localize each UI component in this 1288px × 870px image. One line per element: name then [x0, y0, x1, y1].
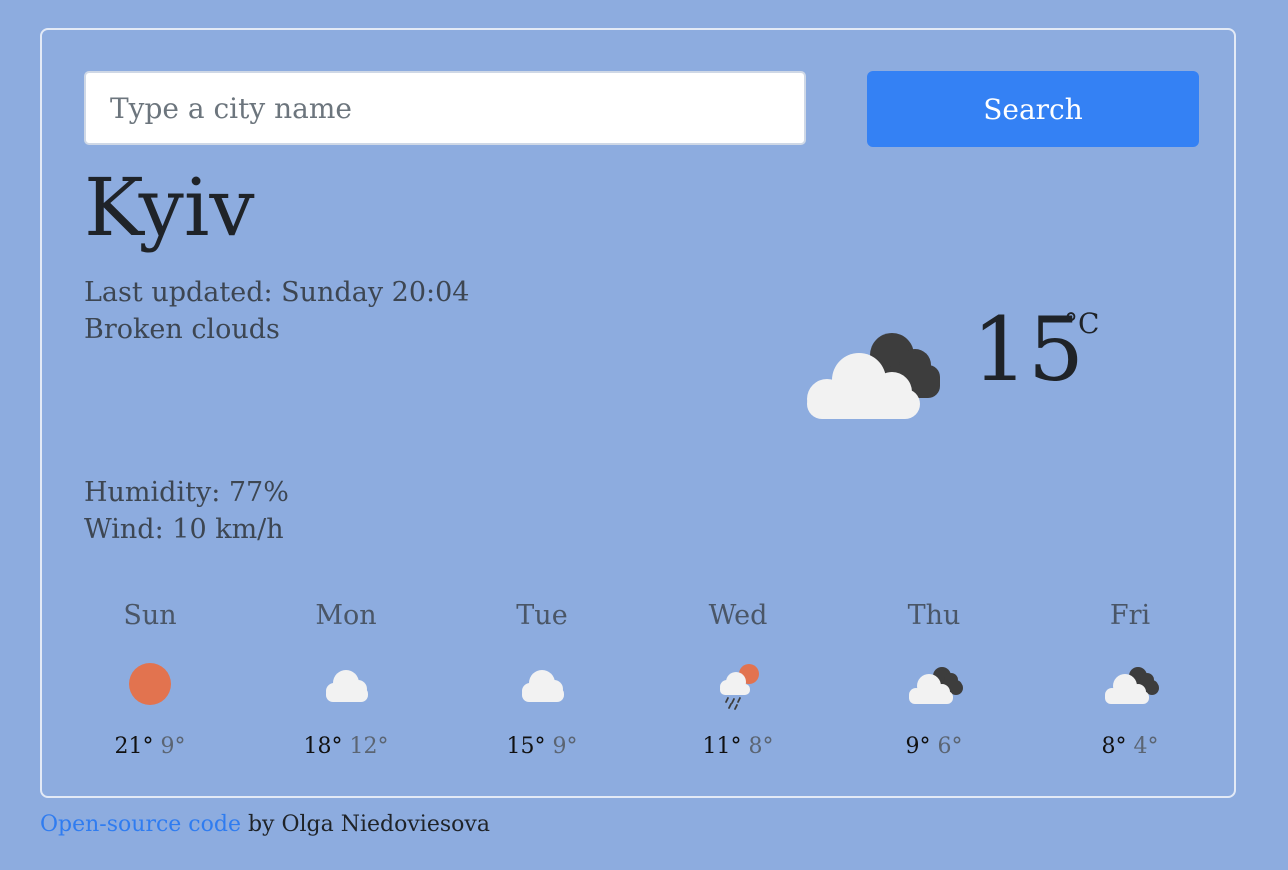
forecast-day: Tue 15° 9° — [444, 596, 640, 762]
forecast-day-name: Fri — [1109, 600, 1151, 631]
search-button[interactable]: Search — [867, 71, 1199, 147]
forecast: Sun 21° 9° Mon 18° 12° Tue 15° 9° Wed 11… — [52, 596, 1228, 766]
forecast-temps: 18° 12° — [248, 732, 444, 762]
forecast-max-temp: 9° — [905, 734, 931, 759]
forecast-day-name: Mon — [315, 600, 377, 631]
forecast-day: Mon 18° 12° — [248, 596, 444, 762]
forecast-day: Fri 8° 4° — [1032, 596, 1228, 762]
forecast-min-temp: 9° — [160, 734, 186, 759]
last-updated: Last updated: Sunday 20:04 — [84, 277, 470, 308]
current-details: Last updated: Sunday 20:04 Broken clouds — [84, 274, 469, 348]
forecast-max-temp: 21° — [114, 734, 154, 759]
forecast-temps: 11° 8° — [640, 732, 836, 762]
forecast-temps: 8° 4° — [1032, 732, 1228, 762]
forecast-max-temp: 15° — [506, 734, 546, 759]
author-credit: by Olga Niedoviesova — [240, 812, 490, 837]
forecast-temps: 15° 9° — [444, 732, 640, 762]
broken-clouds-icon — [807, 333, 940, 419]
search-input[interactable] — [84, 71, 806, 145]
footer: Open-source code by Olga Niedoviesova — [40, 812, 490, 837]
forecast-day-name: Thu — [907, 600, 961, 631]
forecast-day-name: Tue — [516, 600, 568, 631]
cloud-icon — [522, 670, 564, 702]
forecast-min-temp: 9° — [552, 734, 578, 759]
source-code-link[interactable]: Open-source code — [40, 812, 241, 837]
forecast-max-temp: 18° — [303, 734, 343, 759]
city-name: Kyiv — [84, 161, 255, 254]
current-conditions: Humidity: 77% Wind: 10 km/h — [84, 474, 289, 548]
humidity: Humidity: 77% — [84, 477, 289, 508]
forecast-day-name: Sun — [123, 600, 177, 631]
sun-icon — [129, 663, 171, 705]
forecast-min-temp: 12° — [349, 734, 389, 759]
forecast-temps: 21° 9° — [52, 732, 248, 762]
forecast-min-temp: 8° — [748, 734, 774, 759]
weather-description: Broken clouds — [84, 314, 280, 345]
forecast-temps: 9° 6° — [836, 732, 1032, 762]
broken-clouds-icon — [909, 667, 963, 704]
forecast-day-name: Wed — [708, 600, 768, 631]
broken-clouds-icon — [1105, 667, 1159, 704]
forecast-day: Thu 9° 6° — [836, 596, 1032, 762]
forecast-min-temp: 4° — [1133, 734, 1159, 759]
temperature-unit: °C — [1064, 307, 1100, 340]
forecast-day: Sun 21° 9° — [52, 596, 248, 762]
cloud-icon — [326, 670, 368, 702]
forecast-max-temp: 11° — [702, 734, 742, 759]
rain-sun-icon — [720, 664, 759, 710]
wind: Wind: 10 km/h — [84, 514, 284, 545]
forecast-max-temp: 8° — [1101, 734, 1127, 759]
weather-card: Search Kyiv Last updated: Sunday 20:04 B… — [40, 28, 1236, 798]
forecast-min-temp: 6° — [937, 734, 963, 759]
forecast-day: Wed 11° 8° — [640, 596, 836, 762]
